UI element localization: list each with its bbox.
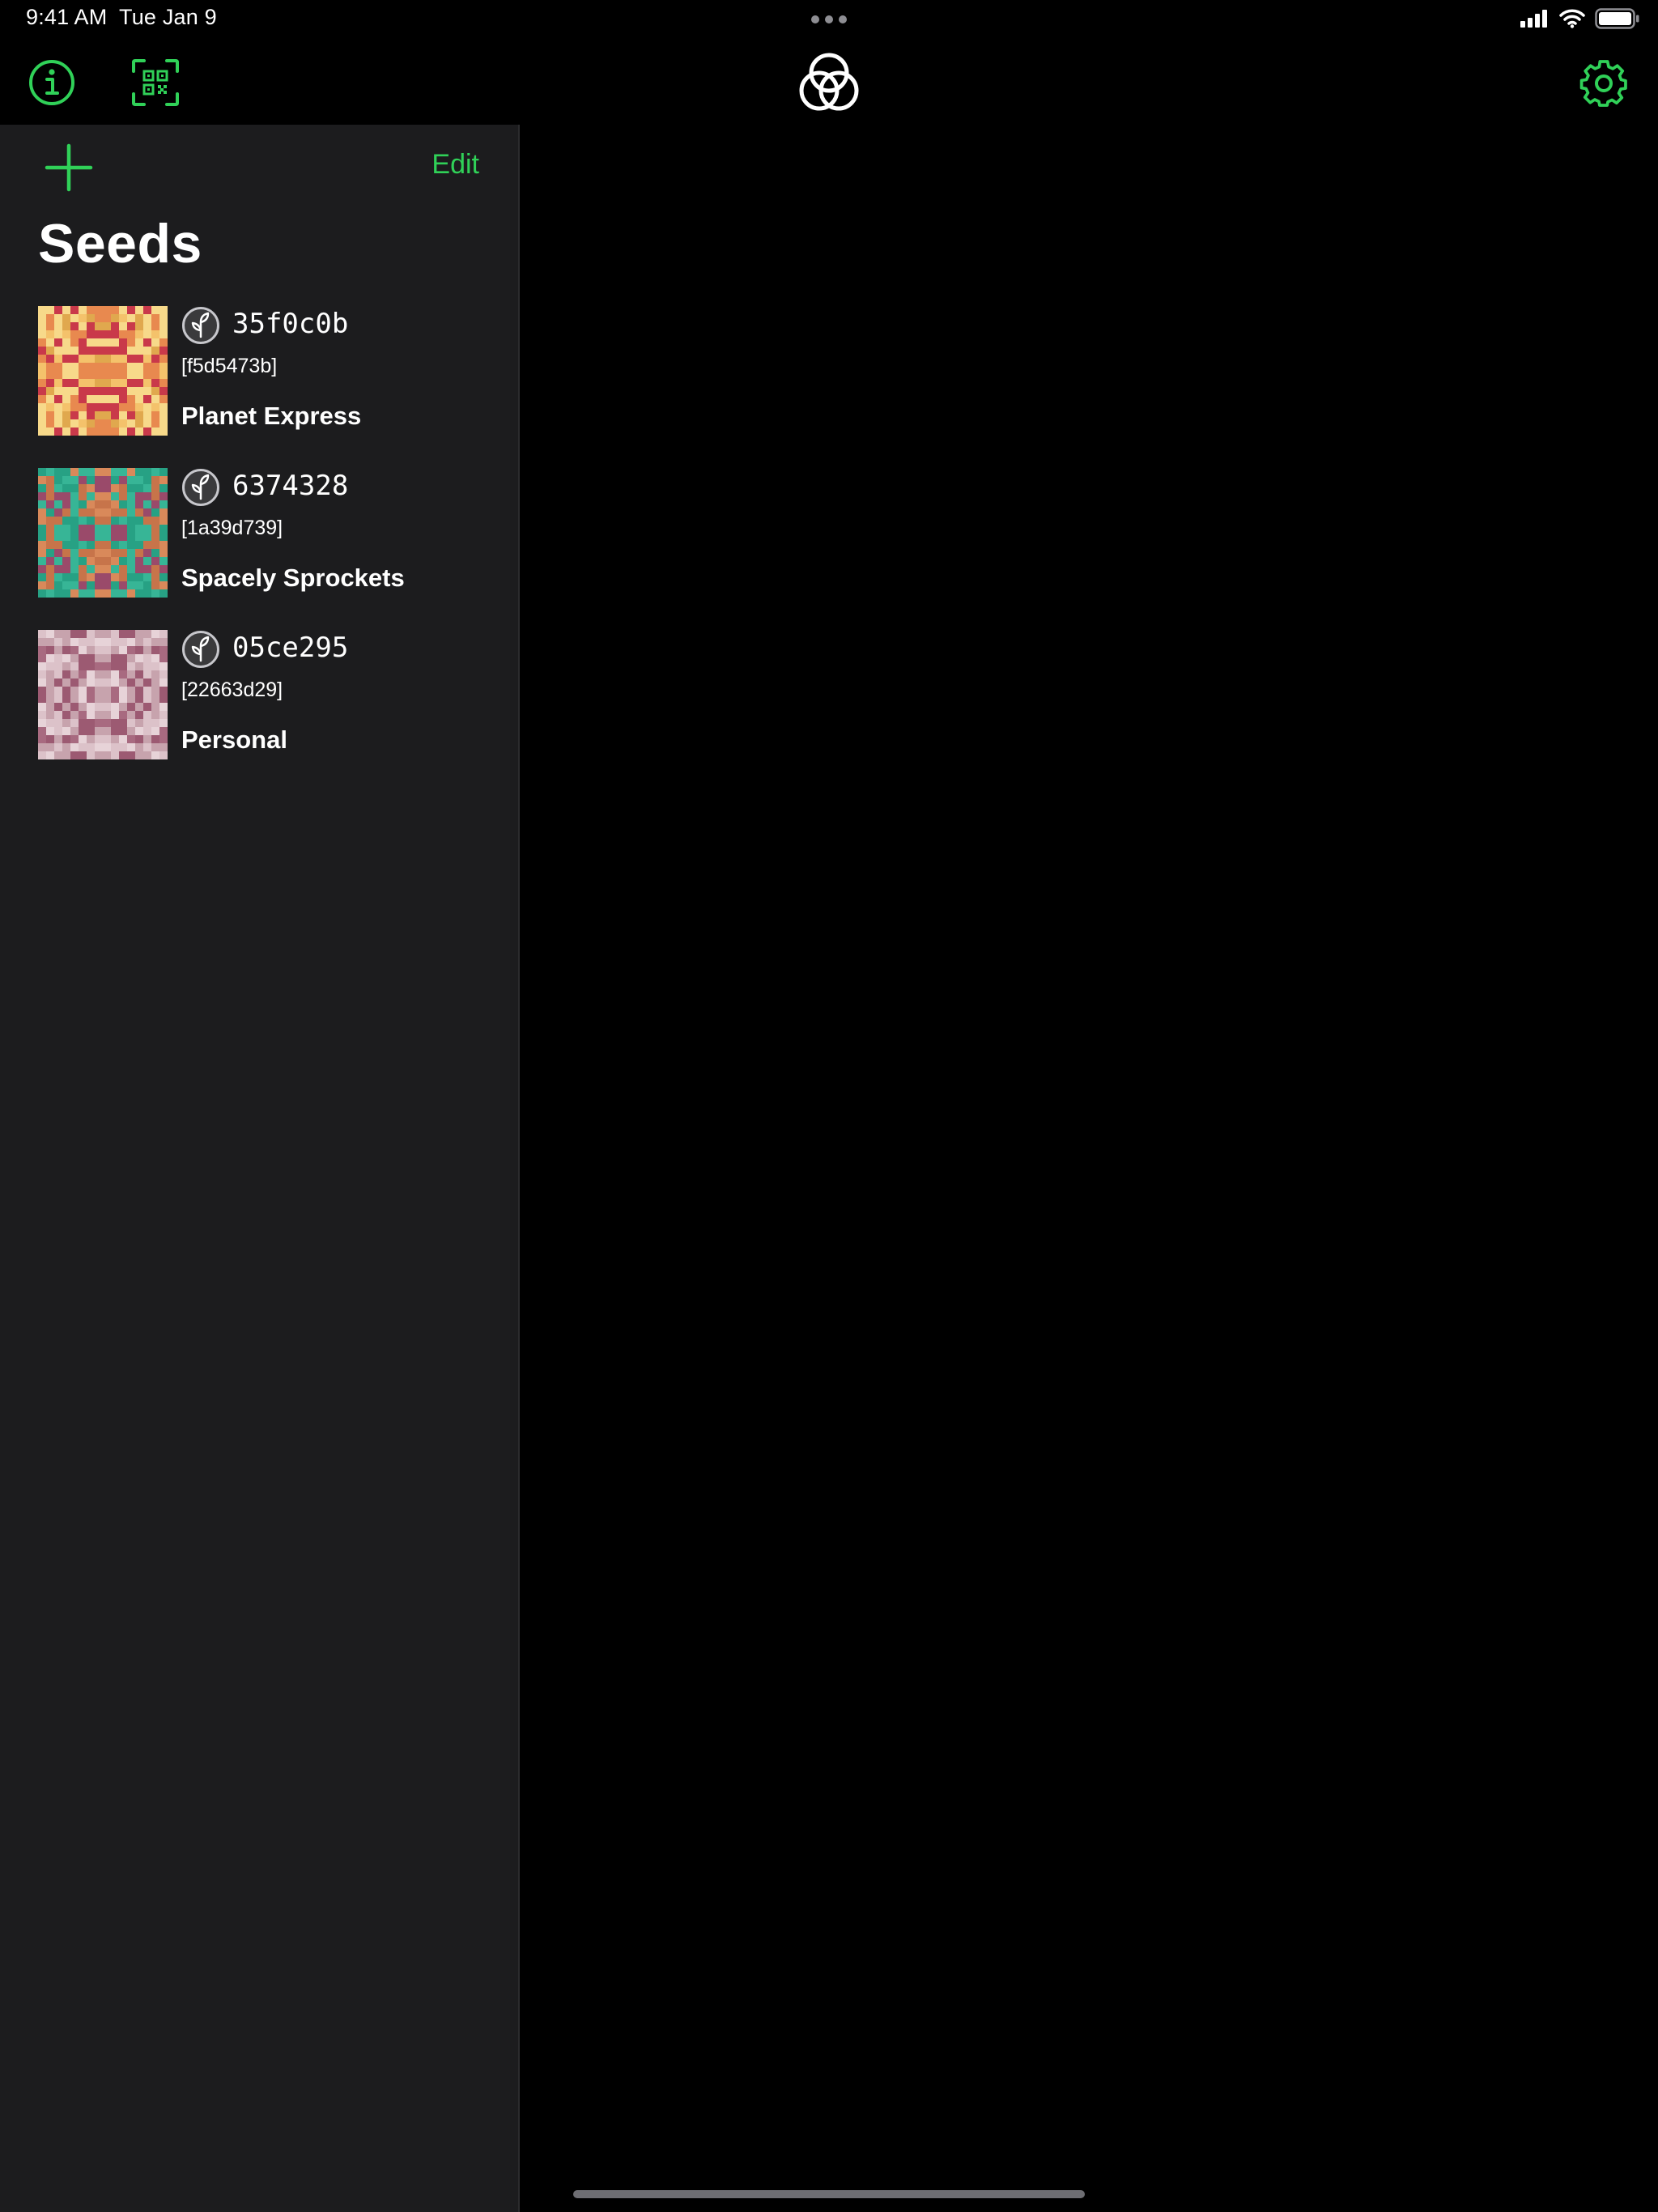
plus-icon <box>45 143 93 192</box>
status-icons <box>1520 8 1640 29</box>
wifi-icon <box>1559 9 1585 28</box>
status-time: 9:41 AM <box>26 5 108 29</box>
seed-fingerprint: [22663d29] <box>181 678 283 701</box>
qr-code-scan-icon <box>132 59 179 106</box>
seed-fingerprint: [f5d5473b] <box>181 355 278 377</box>
seed-row[interactable]: 35f0c0b [f5d5473b] Planet Express <box>38 306 491 468</box>
gear-icon <box>1579 60 1627 107</box>
info-circle-icon <box>29 60 74 105</box>
seed-list: 35f0c0b [f5d5473b] Planet Express 637432… <box>38 306 491 792</box>
seed-id: 05ce295 <box>232 632 349 664</box>
battery-icon <box>1595 8 1639 29</box>
seed-row[interactable]: 05ce295 [22663d29] Personal <box>38 630 491 792</box>
edit-button[interactable]: Edit <box>432 149 479 181</box>
seed-lifehash-image <box>38 306 168 436</box>
app-logo <box>795 49 863 117</box>
seed-name: Personal <box>181 725 287 754</box>
info-button[interactable] <box>28 58 76 107</box>
leaf-icon <box>182 469 219 506</box>
leaf-icon <box>182 631 219 668</box>
seed-lifehash-image <box>38 468 168 598</box>
leaf-icon <box>182 307 219 344</box>
seed-lifehash-image <box>38 630 168 759</box>
seed-row[interactable]: 6374328 [1a39d739] Spacely Sprockets <box>38 468 491 630</box>
home-indicator[interactable] <box>573 2190 1085 2198</box>
seed-name: Planet Express <box>181 402 362 430</box>
page-title: Seeds <box>38 213 202 274</box>
app-screen: 9:41 AM Tue Jan 9 Edit Seeds 35f0c0b [f5… <box>0 0 1658 2212</box>
seed-name: Spacely Sprockets <box>181 564 405 592</box>
multitasking-dots-icon[interactable] <box>811 15 847 25</box>
seed-fingerprint: [1a39d739] <box>181 517 283 539</box>
gordian-seed-tool-logo-icon <box>799 53 859 111</box>
status-date: Tue Jan 9 <box>119 5 217 29</box>
seed-id: 35f0c0b <box>232 308 349 340</box>
seed-id: 6374328 <box>232 470 349 502</box>
scan-qr-button[interactable] <box>131 58 180 107</box>
seeds-sidebar: Edit Seeds 35f0c0b [f5d5473b] Planet Exp… <box>0 125 520 2212</box>
add-seed-button[interactable] <box>44 143 94 193</box>
cellular-signal-icon <box>1520 10 1547 28</box>
settings-button[interactable] <box>1579 58 1629 108</box>
